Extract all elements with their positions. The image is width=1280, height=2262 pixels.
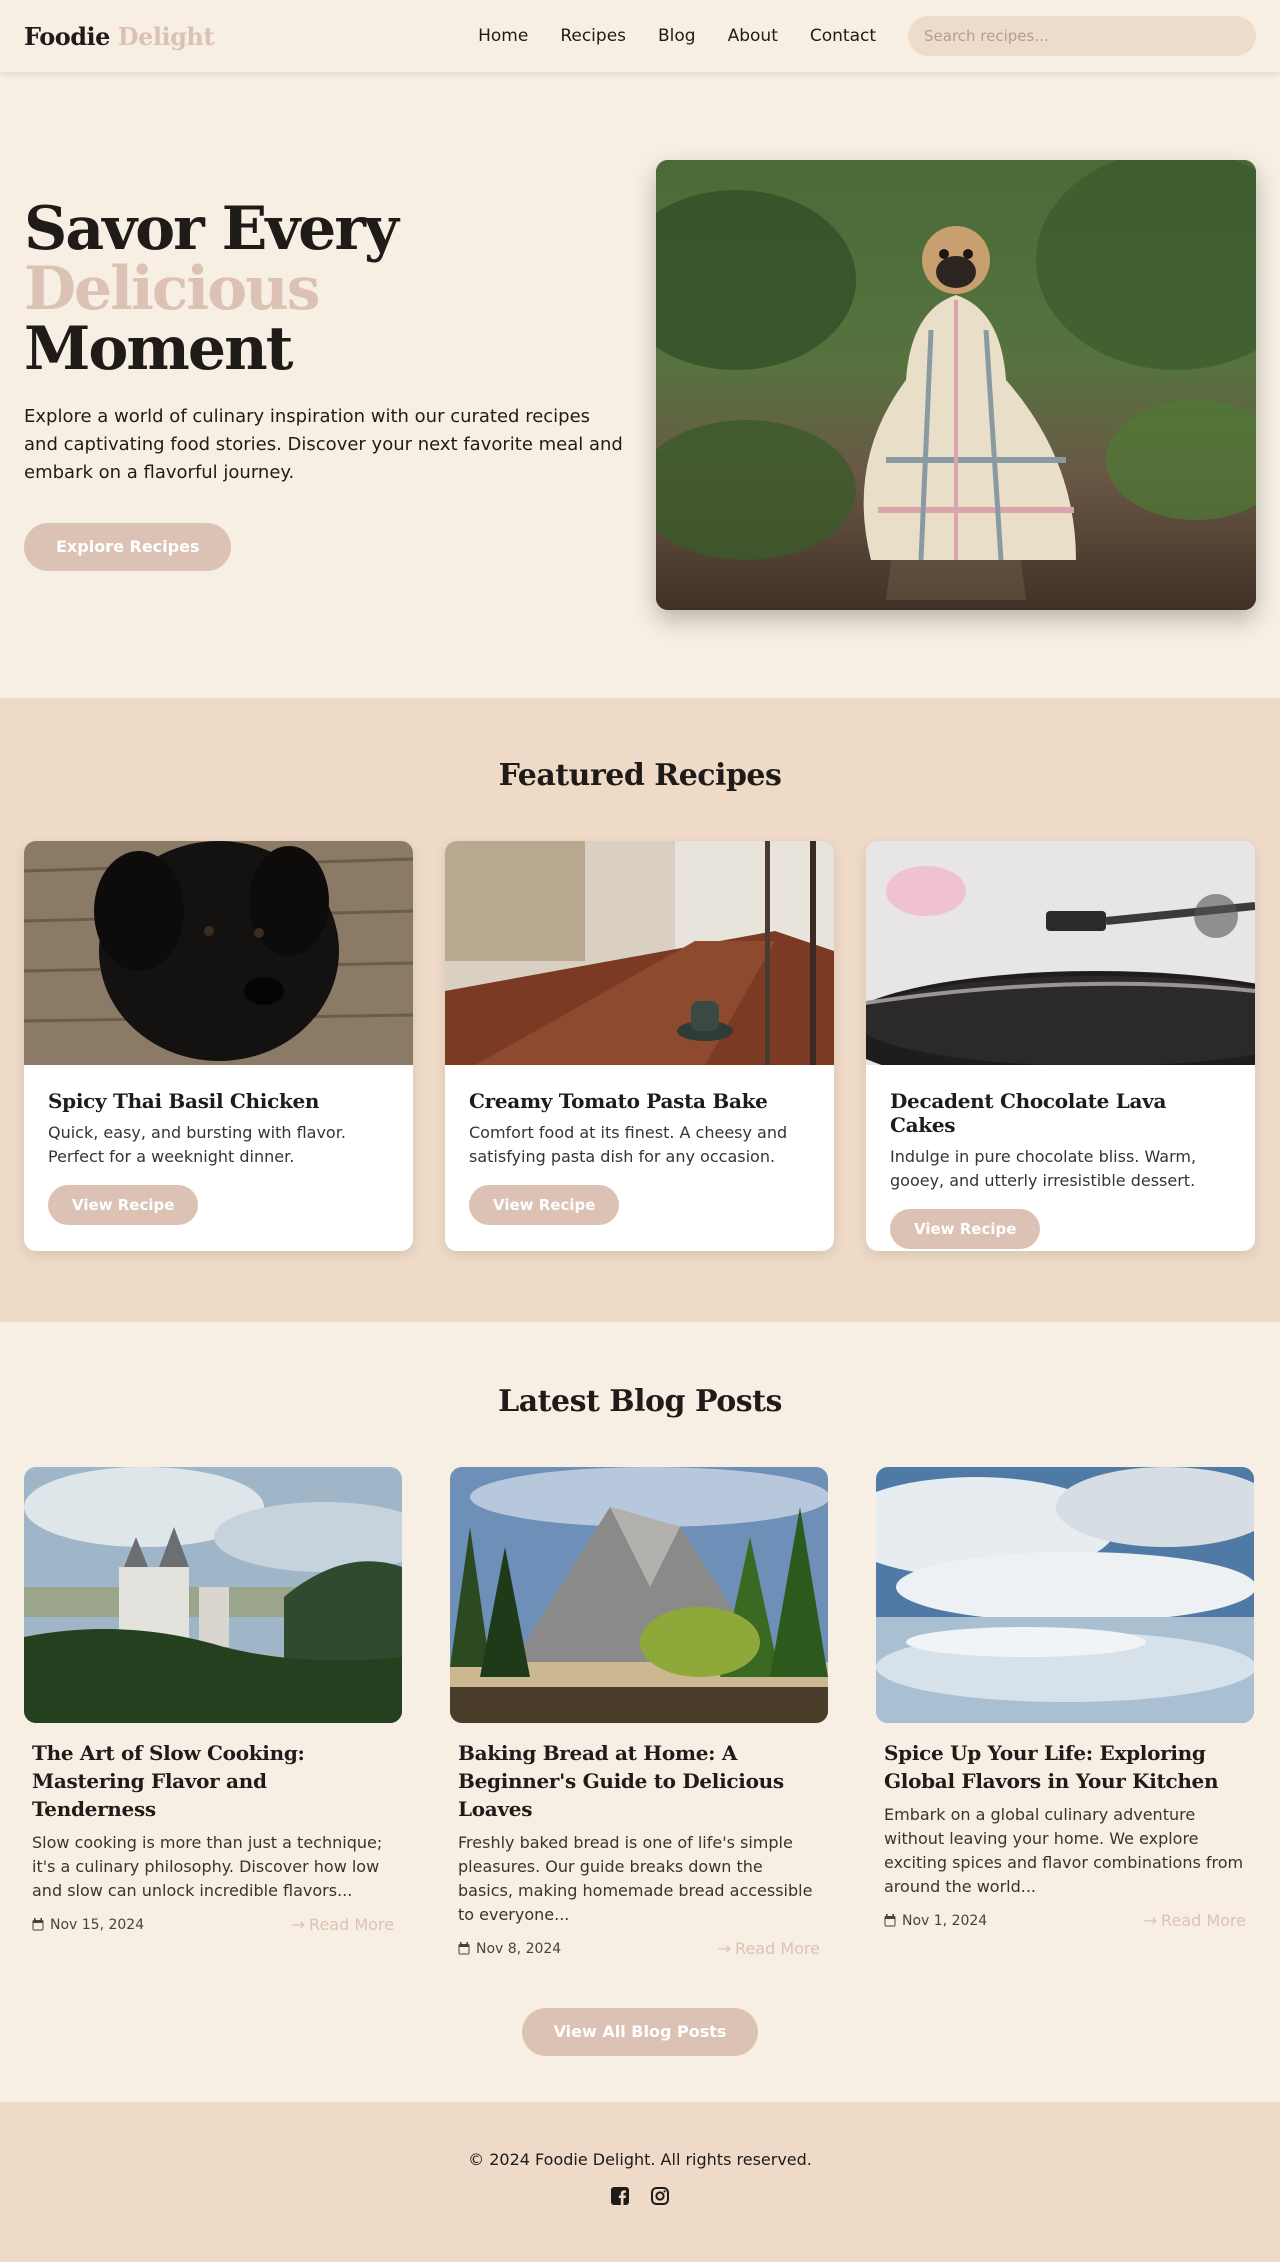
view-recipe-button[interactable]: View Recipe [469,1185,620,1225]
cafe-table-image [445,841,834,1065]
facebook-icon [611,2187,629,2205]
blog-post-meta: Nov 8, 2024 → Read More [458,1939,820,1958]
nav-home[interactable]: Home [478,26,528,46]
recipe-title: Creamy Tomato Pasta Bake [469,1089,768,1113]
nav-recipes[interactable]: Recipes [560,26,626,46]
site-logo[interactable]: Foodie Delight [24,22,214,51]
nav-contact[interactable]: Contact [810,26,876,46]
recipe-description: Quick, easy, and bursting with flavor. P… [48,1123,346,1166]
search-input[interactable] [908,16,1256,56]
view-all-blog-posts-button[interactable]: View All Blog Posts [521,2008,759,2056]
post-date-text: Nov 15, 2024 [50,1916,145,1933]
blog-post-body: The Art of Slow Cooking: Mastering Flavo… [24,1723,402,1934]
read-more-link[interactable]: → Read More [1144,1911,1246,1930]
blog-post-image [876,1467,1254,1723]
footer-copyright: © 2024 Foodie Delight. All rights reserv… [468,2150,812,2169]
facebook-link[interactable] [611,2187,629,2205]
black-puppy-image [24,841,413,1065]
recipe-card-body: Spicy Thai Basil Chicken Quick, easy, an… [24,1065,413,1249]
logo-part-2: Delight [117,21,215,51]
recipe-image [24,841,413,1065]
social-links [0,2187,1280,2205]
blog-post-excerpt: Embark on a global culinary adventure wi… [884,1805,1244,1896]
instagram-icon [651,2187,669,2205]
recipe-card-body: Creamy Tomato Pasta Bake Comfort food at… [445,1065,834,1249]
recipe-title: Decadent Chocolate Lava Cakes [890,1089,1167,1137]
blog-post-image [24,1467,402,1723]
view-recipe-button[interactable]: View Recipe [48,1185,199,1225]
blog-section: Latest Blog Posts The Art of Slow Cookin… [0,1322,1280,2102]
recipe-description: Comfort food at its finest. A cheesy and… [469,1123,788,1166]
post-date-text: Nov 1, 2024 [902,1912,988,1929]
view-recipe-button[interactable]: View Recipe [890,1209,1041,1249]
blog-post-image [450,1467,828,1723]
recipe-image [445,841,834,1065]
featured-heading: Featured Recipes [498,758,782,793]
hero-image [656,160,1256,610]
blog-posts: The Art of Slow Cooking: Mastering Flavo… [24,1467,1256,1958]
recipe-card[interactable]: Decadent Chocolate Lava Cakes Indulge in… [866,841,1255,1251]
calendar-icon [458,1942,470,1955]
recipe-description: Indulge in pure chocolate bliss. Warm, g… [890,1147,1197,1190]
cloudy-sky-image [876,1467,1254,1723]
blog-post[interactable]: The Art of Slow Cooking: Mastering Flavo… [24,1467,402,1958]
turntable-image [866,841,1255,1065]
blog-post-excerpt: Freshly baked bread is one of life's sim… [458,1833,813,1924]
recipe-card[interactable]: Spicy Thai Basil Chicken Quick, easy, an… [24,841,413,1251]
hero-text: Savor Every Delicious Moment Explore a w… [24,199,624,571]
recipe-cards: Spicy Thai Basil Chicken Quick, easy, an… [24,841,1256,1251]
hero-title-line-2: Moment [24,314,293,384]
blog-post[interactable]: Spice Up Your Life: Exploring Global Fla… [876,1467,1254,1958]
blog-post-body: Baking Bread at Home: A Beginner's Guide… [450,1723,828,1958]
recipe-card-body: Decadent Chocolate Lava Cakes Indulge in… [866,1065,1255,1251]
blog-post-body: Spice Up Your Life: Exploring Global Fla… [876,1723,1254,1930]
featured-recipes-section: Featured Recipes Spicy Thai Basil Chicke… [0,698,1280,1322]
calendar-icon [32,1918,44,1931]
instagram-link[interactable] [651,2187,669,2205]
site-footer: © 2024 Foodie Delight. All rights reserv… [0,2102,1280,2262]
hero-section: Savor Every Delicious Moment Explore a w… [0,72,1280,698]
arrow-right-icon: → [1143,1911,1158,1930]
site-header: Foodie Delight Home Recipes Blog About C… [0,0,1280,72]
explore-recipes-button[interactable]: Explore Recipes [24,523,232,571]
pug-in-blanket-image [656,160,1256,610]
blog-heading: Latest Blog Posts [498,1384,782,1419]
nav-about[interactable]: About [728,26,778,46]
hero-subtitle: Explore a world of culinary inspiration … [24,406,623,483]
read-more-label: Read More [1161,1911,1246,1930]
blog-post[interactable]: Baking Bread at Home: A Beginner's Guide… [450,1467,828,1958]
blog-post-title[interactable]: The Art of Slow Cooking: Mastering Flavo… [32,1739,394,1823]
blog-post-meta: Nov 1, 2024 → Read More [884,1911,1246,1930]
blog-cta: View All Blog Posts [24,2008,1256,2056]
read-more-link[interactable]: → Read More [292,1915,394,1934]
arrow-right-icon: → [717,1939,732,1958]
recipe-card[interactable]: Creamy Tomato Pasta Bake Comfort food at… [445,841,834,1251]
blog-post-excerpt: Slow cooking is more than just a techniq… [32,1833,383,1900]
main-nav: Home Recipes Blog About Contact [478,16,1256,56]
recipe-title: Spicy Thai Basil Chicken [48,1089,320,1113]
castle-image [24,1467,402,1723]
recipe-image [866,841,1255,1065]
post-date: Nov 8, 2024 [458,1941,561,1957]
arrow-right-icon: → [291,1915,306,1934]
blog-post-title[interactable]: Baking Bread at Home: A Beginner's Guide… [458,1739,820,1823]
post-date-text: Nov 8, 2024 [476,1940,562,1957]
nav-blog[interactable]: Blog [658,26,696,46]
post-date: Nov 15, 2024 [32,1917,144,1933]
calendar-icon [884,1914,896,1927]
read-more-link[interactable]: → Read More [718,1939,820,1958]
post-date: Nov 1, 2024 [884,1913,987,1929]
blog-post-meta: Nov 15, 2024 → Read More [32,1915,394,1934]
hero-title: Savor Every Delicious Moment [24,199,624,379]
mountain-valley-image [450,1467,828,1723]
logo-part-1: Foodie [24,21,110,51]
read-more-label: Read More [309,1915,394,1934]
blog-post-title[interactable]: Spice Up Your Life: Exploring Global Fla… [884,1739,1246,1795]
read-more-label: Read More [735,1939,820,1958]
